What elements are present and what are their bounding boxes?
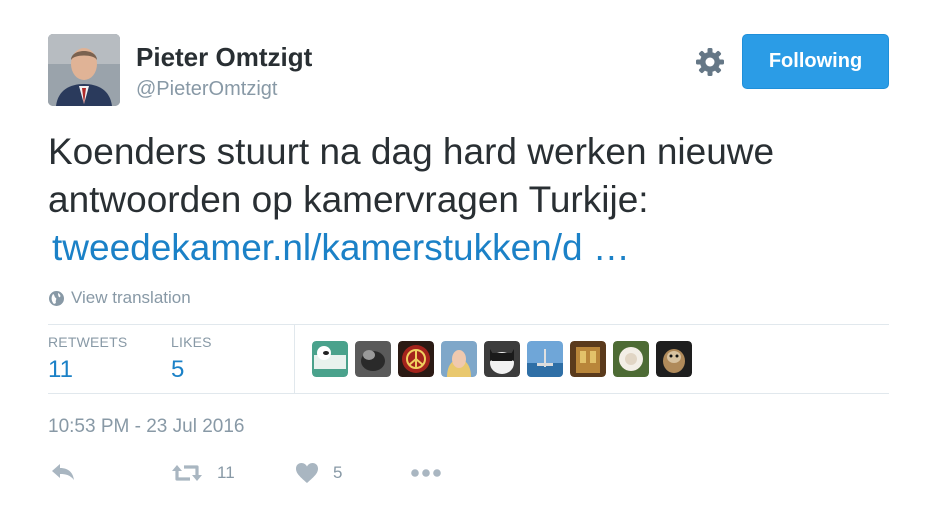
liker-avatar[interactable] — [355, 341, 391, 377]
divider-bottom — [48, 393, 889, 394]
retweets-stat[interactable]: RETWEETS 11 — [48, 334, 127, 384]
liker-avatar[interactable] — [312, 341, 348, 377]
stats-separator — [294, 325, 295, 393]
tweet-link[interactable]: tweedekamer.nl/kamerstukken/d … — [52, 224, 630, 272]
divider-top — [48, 324, 889, 325]
heart-icon — [296, 463, 318, 483]
retweets-label: RETWEETS — [48, 334, 128, 350]
like-button[interactable]: 5 — [295, 462, 342, 484]
reply-button[interactable] — [50, 462, 76, 482]
liker-avatar[interactable] — [570, 341, 606, 377]
user-handle[interactable]: @PieterOmtzigt — [136, 78, 277, 101]
liker-avatar[interactable] — [484, 341, 520, 377]
liker-avatar[interactable] — [527, 341, 563, 377]
view-translation-button[interactable]: View translation — [48, 288, 191, 308]
liker-avatar[interactable] — [441, 341, 477, 377]
tweet-text: Koenders stuurt na dag hard werken nieuw… — [48, 131, 775, 220]
globe-icon — [49, 290, 64, 306]
liker-avatar[interactable] — [613, 341, 649, 377]
reply-icon — [52, 464, 74, 480]
likes-label: LIKES — [171, 334, 212, 350]
avatar[interactable] — [48, 34, 120, 106]
retweet-icon — [172, 465, 202, 481]
likers-list — [312, 341, 692, 377]
following-button[interactable]: Following — [742, 34, 889, 89]
retweet-button[interactable]: 11 — [171, 462, 235, 484]
more-button[interactable] — [411, 468, 441, 478]
retweet-count: 11 — [217, 463, 235, 482]
more-icon — [411, 469, 441, 477]
likes-stat[interactable]: LIKES 5 — [171, 334, 212, 384]
avatar-image — [48, 34, 120, 106]
gear-icon[interactable] — [694, 46, 726, 78]
liker-avatar[interactable] — [398, 341, 434, 377]
likes-count: 5 — [171, 356, 185, 383]
like-count: 5 — [333, 463, 343, 482]
retweets-count: 11 — [48, 356, 73, 383]
tweet-timestamp[interactable]: 10:53 PM - 23 Jul 2016 — [48, 416, 244, 438]
view-translation-label: View translation — [71, 288, 191, 307]
tweet-body: Koenders stuurt na dag hard werken nieuw… — [48, 128, 888, 272]
user-name[interactable]: Pieter Omtzigt — [136, 42, 312, 73]
liker-avatar[interactable] — [656, 341, 692, 377]
